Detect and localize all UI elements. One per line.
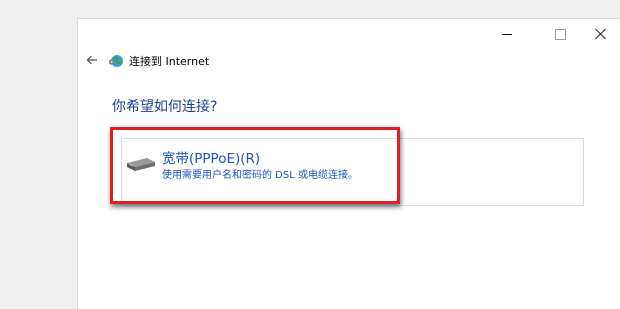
modem-icon: [127, 158, 155, 171]
connect-dialog: 连接到 Internet 你希望如何连接? 宽带(PPPoE)(R) 使用需要用…: [77, 18, 620, 309]
close-icon: [595, 28, 607, 40]
window-title: 连接到 Internet: [129, 55, 210, 68]
back-button[interactable]: [84, 52, 100, 68]
minimize-button[interactable]: [485, 19, 529, 49]
maximize-button[interactable]: [538, 19, 582, 49]
option-description: 使用需要用户名和密码的 DSL 或电缆连接。: [162, 170, 358, 181]
maximize-icon: [554, 28, 566, 40]
option-title: 宽带(PPPoE)(R): [162, 151, 261, 167]
arrow-left-icon: [86, 55, 97, 65]
close-button[interactable]: [579, 19, 620, 49]
network-globe-icon: [108, 55, 123, 67]
minimize-icon: [502, 33, 512, 35]
page-heading: 你希望如何连接?: [112, 99, 218, 115]
